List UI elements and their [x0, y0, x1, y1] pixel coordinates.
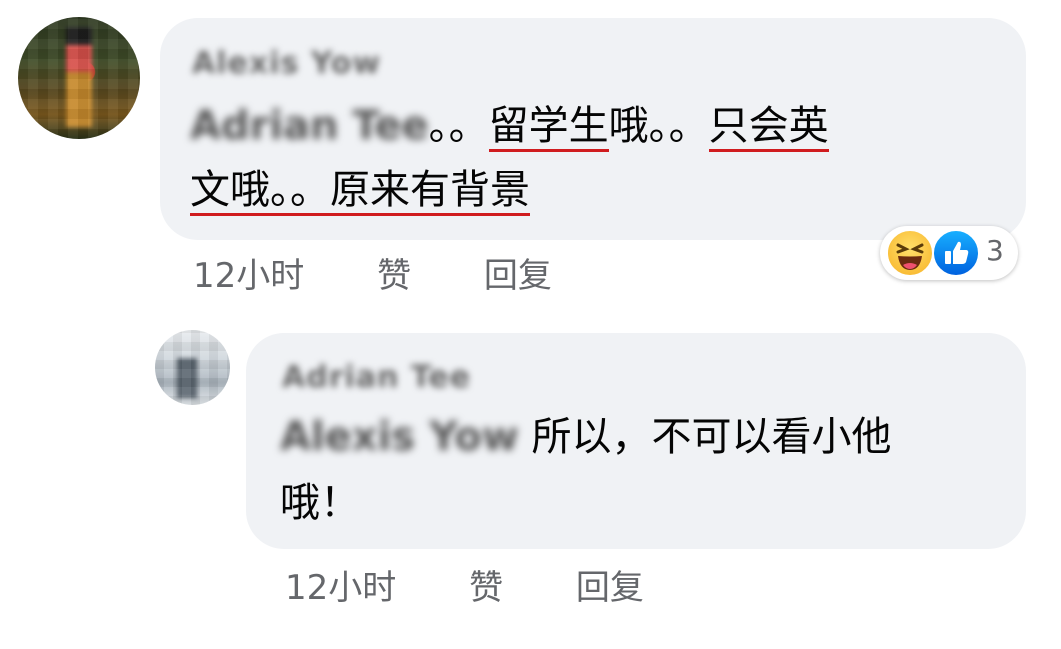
haha-icon	[886, 229, 934, 277]
underlined-text: 文哦。。原来有背景	[190, 167, 530, 216]
comment-text-segment: 哦。。	[608, 103, 709, 149]
reply-text-line-2: 哦！	[280, 480, 360, 526]
reaction-count: 3	[986, 234, 1004, 267]
commenter-avatar[interactable]	[18, 17, 140, 139]
comment-mention[interactable]: Adrian Tee	[190, 94, 429, 158]
reply-author-name[interactable]: Adrian Tee	[282, 360, 471, 395]
underlined-text: 只会英	[708, 103, 829, 152]
comment-timestamp[interactable]: 12小时	[193, 256, 304, 296]
comment-text-line-1: Adrian Tee。。留学生哦。。只会英	[190, 94, 829, 158]
reply-like-button[interactable]: 赞	[469, 568, 503, 608]
reply-reply-button[interactable]: 回复	[576, 568, 644, 608]
reply-timestamp[interactable]: 12小时	[285, 568, 396, 608]
comment-text-segment: 。。	[428, 103, 489, 149]
comment-like-button[interactable]: 赞	[377, 256, 411, 296]
like-icon	[932, 229, 980, 277]
comment-meta: 12小时 赞 回复	[193, 248, 608, 297]
reply-meta: 12小时 赞 回复	[285, 560, 700, 609]
reply-mention[interactable]: Alexis Yow	[280, 405, 519, 469]
underlined-text: 留学生	[488, 103, 609, 152]
comment-text-line-2: 文哦。。原来有背景	[190, 158, 530, 222]
reply-text-segment: 所以，不可以看小他	[518, 414, 892, 460]
replier-avatar[interactable]	[155, 330, 230, 405]
comment-author-name[interactable]: Alexis Yow	[192, 46, 381, 81]
comment-reply-button[interactable]: 回复	[484, 256, 552, 296]
reply-text-line-1: Alexis Yow 所以，不可以看小他	[280, 405, 892, 469]
reaction-summary[interactable]: 3	[880, 226, 1018, 280]
